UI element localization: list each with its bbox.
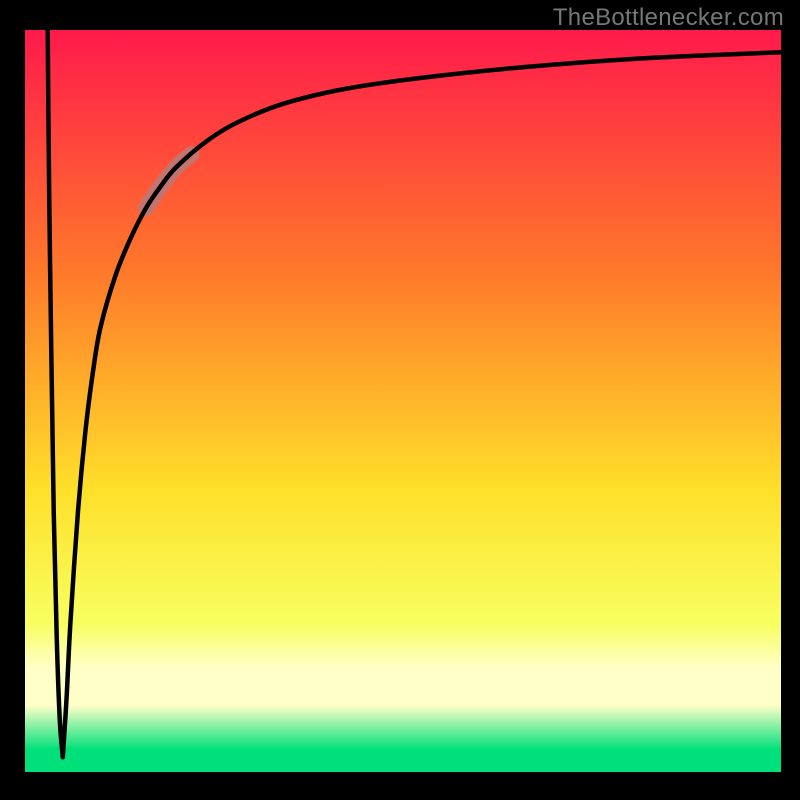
gradient-background	[25, 30, 781, 772]
plot-area	[25, 30, 781, 772]
watermark-text: TheBottlenecker.com	[553, 4, 784, 32]
chart-frame: TheBottlenecker.com	[0, 0, 800, 800]
chart-svg	[25, 30, 781, 772]
